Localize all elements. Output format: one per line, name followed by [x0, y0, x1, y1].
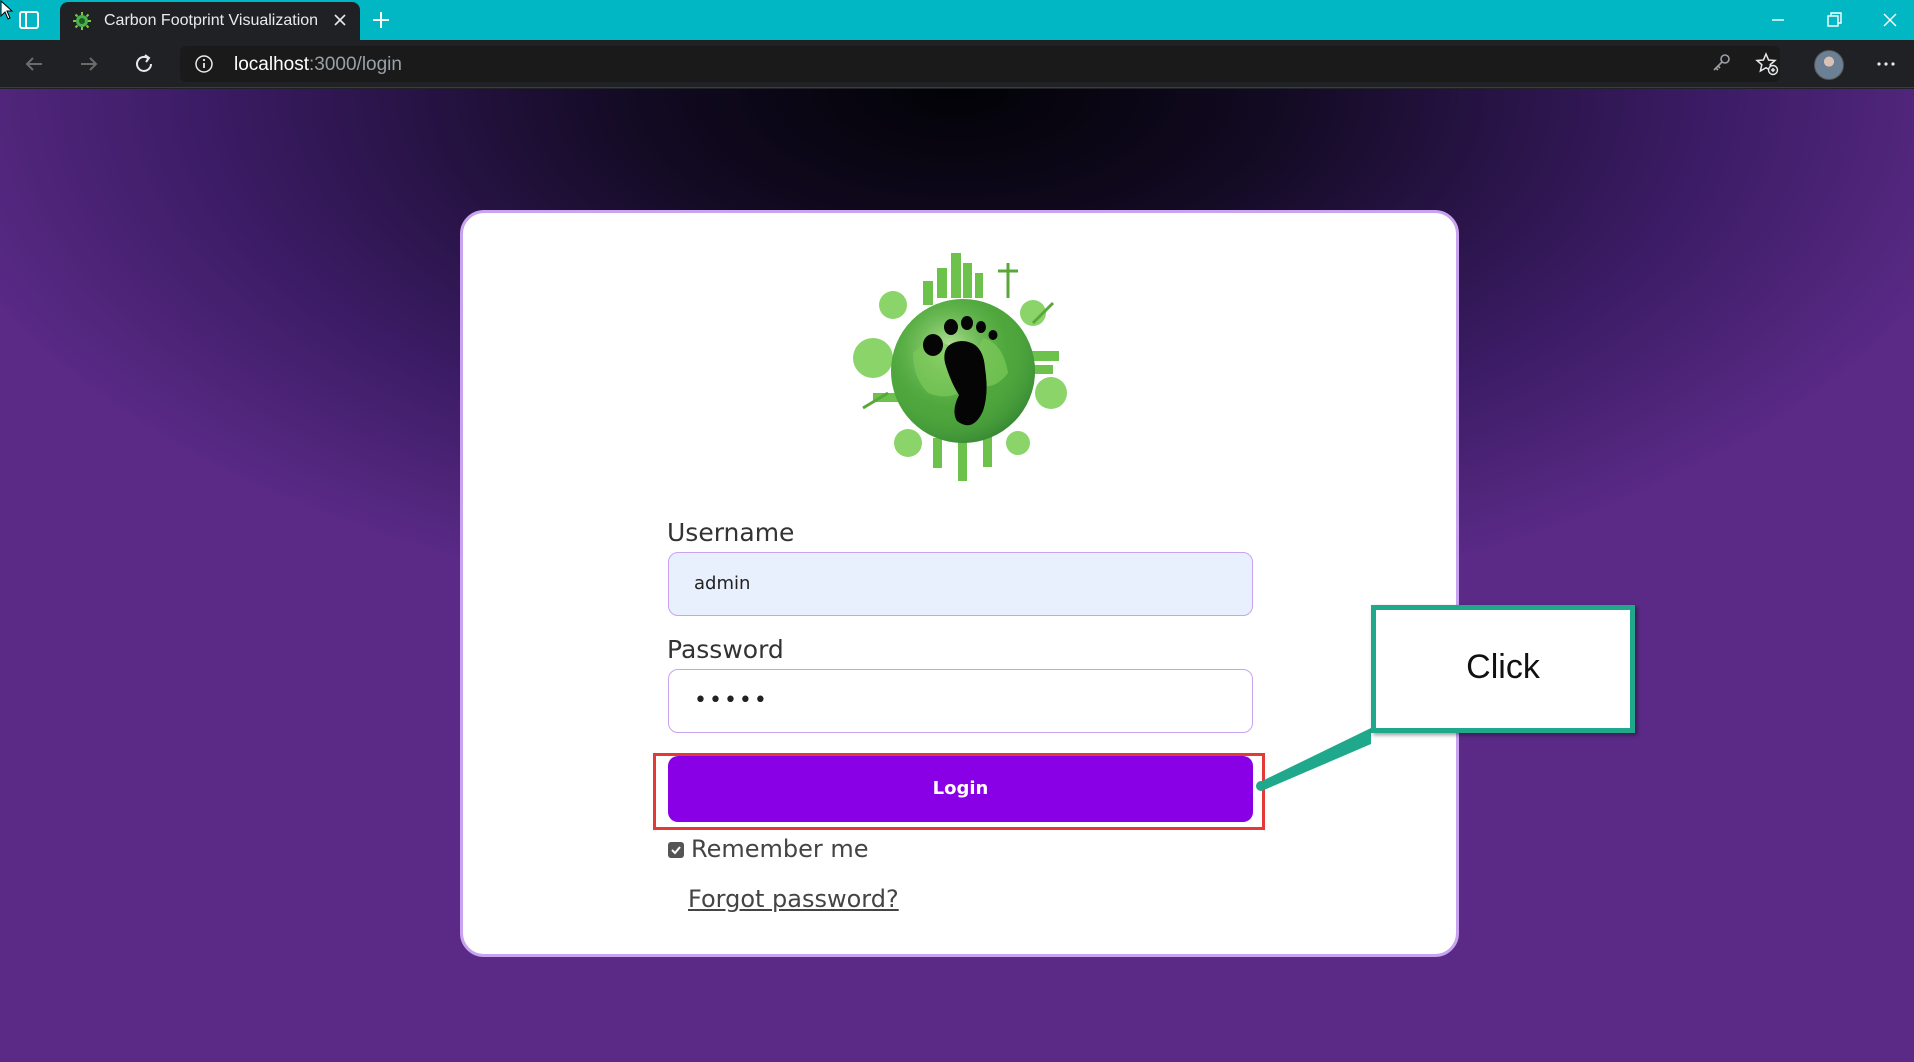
info-icon[interactable] — [194, 54, 214, 74]
title-bar: Carbon Footprint Visualization — [0, 0, 1914, 40]
callout-text: Click — [1466, 648, 1540, 686]
leaf-favicon — [73, 12, 91, 30]
remember-label: Remember me — [691, 835, 869, 863]
login-page: Username admin Password ••••• Login Reme… — [0, 89, 1914, 1062]
close-icon[interactable] — [332, 12, 348, 28]
url-host: localhost — [234, 54, 309, 75]
password-input[interactable]: ••••• — [668, 669, 1253, 733]
plus-icon[interactable] — [370, 9, 392, 31]
favorites-icon[interactable] — [1754, 51, 1780, 77]
login-card: Username admin Password ••••• Login Reme… — [460, 210, 1459, 957]
more-icon[interactable] — [1874, 52, 1898, 76]
mouse-cursor-icon — [0, 0, 14, 20]
profile-avatar[interactable] — [1814, 50, 1844, 80]
refresh-icon[interactable] — [132, 52, 156, 76]
url-text[interactable]: localhost:3000/login — [234, 54, 402, 76]
annotation-highlight-box — [653, 753, 1265, 830]
key-icon[interactable] — [1710, 52, 1732, 74]
restore-icon[interactable] — [1822, 8, 1846, 32]
forward-arrow-icon[interactable] — [77, 52, 101, 76]
minimize-icon[interactable] — [1766, 8, 1790, 32]
annotation-callout: Click — [1371, 605, 1635, 733]
back-arrow-icon[interactable] — [22, 52, 46, 76]
remember-checkbox[interactable] — [668, 842, 684, 858]
carbon-footprint-logo — [853, 253, 1067, 481]
username-label: Username — [667, 518, 795, 547]
sidebar-toggle-icon[interactable] — [18, 10, 40, 30]
username-input[interactable]: admin — [668, 552, 1253, 616]
tab-title: Carbon Footprint Visualization — [104, 12, 319, 29]
url-path: :3000/login — [309, 54, 402, 75]
password-label: Password — [667, 635, 784, 664]
forgot-password-link[interactable]: Forgot password? — [688, 885, 899, 913]
window-close-icon[interactable] — [1878, 8, 1902, 32]
address-bar[interactable]: localhost:3000/login — [180, 46, 1780, 82]
browser-tab[interactable]: Carbon Footprint Visualization — [60, 2, 360, 40]
browser-toolbar: localhost:3000/login — [0, 40, 1914, 88]
checkbox-checked-icon — [671, 846, 681, 855]
